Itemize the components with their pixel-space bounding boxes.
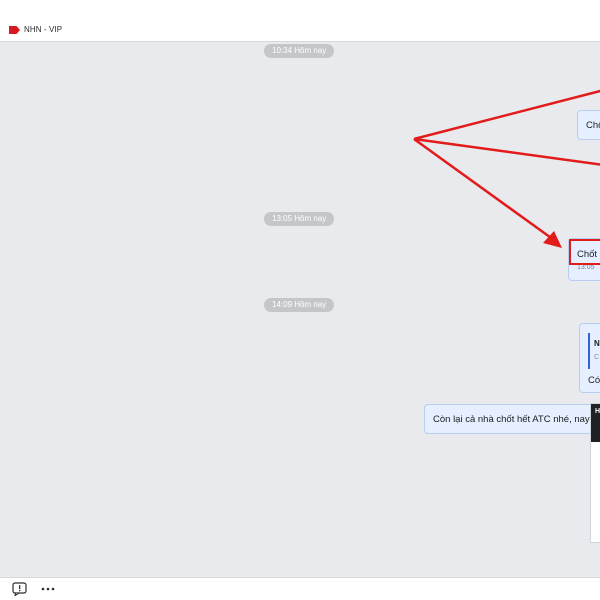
time-divider: 13:05 Hôm nay [264, 212, 335, 226]
message-text: Chốt [577, 249, 598, 260]
message-text: Còn lại cả nhà chốt hết ATC nhé, nay mìn [433, 414, 600, 425]
time-divider: 14:09 Hôm nay [264, 298, 335, 312]
conversation-tag[interactable]: NHN - VIP [9, 25, 62, 34]
card-title: H [595, 408, 600, 415]
message-bubble[interactable]: Còn lại cả nhà chốt hết ATC nhé, nay mìn [424, 404, 600, 434]
label-tag-icon [9, 25, 20, 34]
reply-message-bubble[interactable]: N C Có [579, 323, 600, 393]
tag-label: NHN - VIP [24, 25, 63, 34]
time-divider: 10:34 Hôm nay [264, 44, 335, 58]
conversation-header: NHN - VIP [0, 0, 600, 42]
quote-bar [588, 333, 590, 369]
card-header: H [591, 404, 600, 442]
message-bubble[interactable]: Chốt 13:05 [568, 238, 600, 281]
message-bubble[interactable]: Chố [577, 110, 600, 140]
chat-messages-area[interactable]: 10:34 Hôm nay Chố 13:05 Hôm nay Chốt 13:… [0, 42, 600, 577]
message-text: Có [588, 375, 600, 386]
more-options-icon[interactable] [40, 582, 56, 596]
message-text: Chố [586, 120, 600, 131]
quote-sender: N [594, 339, 600, 348]
message-time: 13:05 [577, 264, 595, 271]
shared-card[interactable]: H [590, 403, 600, 543]
quote-preview: C [594, 354, 600, 361]
composer-toolbar [0, 577, 600, 600]
message-alert-icon[interactable] [12, 582, 28, 596]
